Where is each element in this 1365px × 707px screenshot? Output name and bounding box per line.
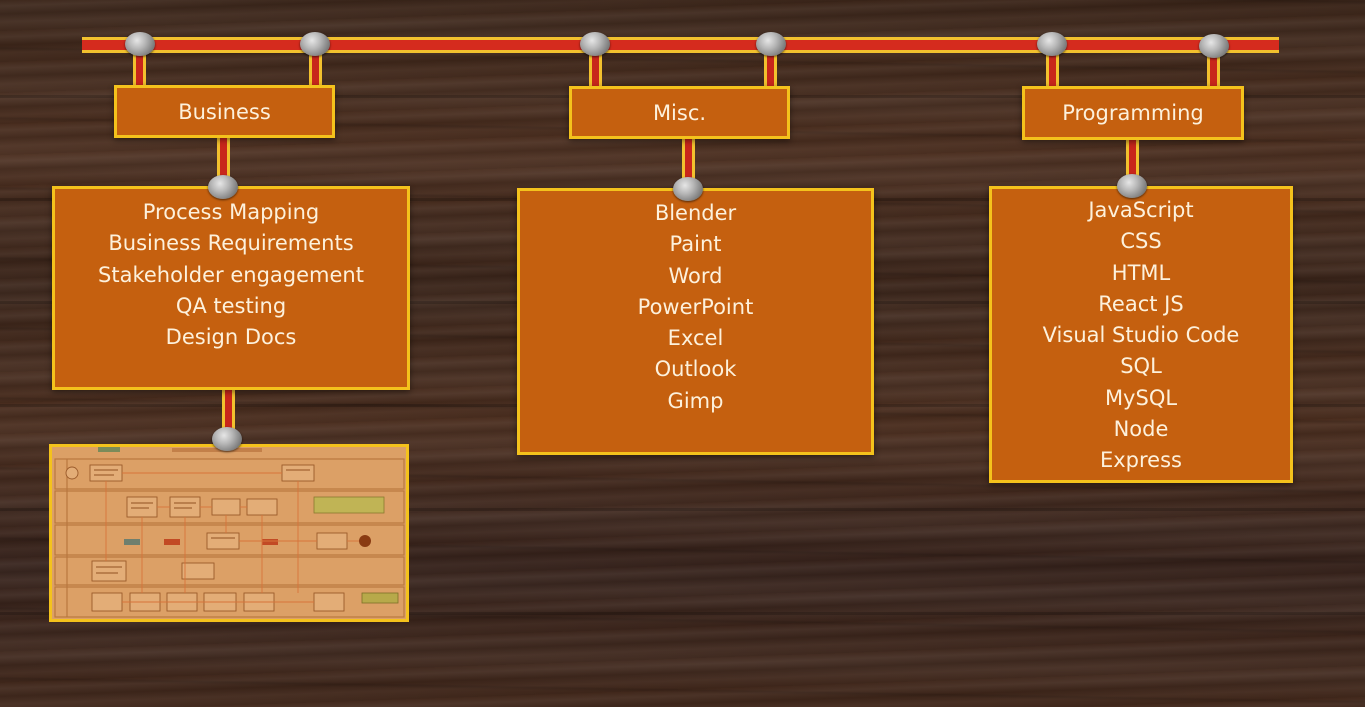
list-item: Business Requirements	[108, 231, 354, 256]
misc-skills-list: Blender Paint Word PowerPoint Excel Outl…	[517, 188, 874, 455]
bolt-icon	[756, 32, 786, 56]
category-misc: Misc.	[569, 86, 790, 139]
list-item: Visual Studio Code	[1042, 323, 1240, 348]
category-business-label: Business	[178, 99, 271, 124]
list-item: Node	[1113, 417, 1169, 442]
programming-skills-list: JavaScript CSS HTML React JS Visual Stud…	[989, 186, 1293, 483]
list-item: MySQL	[1104, 385, 1178, 410]
list-item: SQL	[1120, 354, 1162, 379]
category-business: Business	[114, 85, 335, 138]
list-item: Paint	[669, 232, 722, 257]
bolt-icon	[212, 427, 242, 451]
bolt-icon	[1117, 174, 1147, 198]
list-item: QA testing	[175, 293, 287, 318]
list-item: Process Mapping	[142, 200, 320, 224]
bolt-icon	[1037, 32, 1067, 56]
bolt-icon	[125, 32, 155, 56]
category-misc-label: Misc.	[652, 100, 707, 125]
category-programming-label: Programming	[1062, 101, 1204, 125]
list-item: Outlook	[654, 357, 737, 382]
list-item: Stakeholder engagement	[98, 262, 364, 287]
list-item: PowerPoint	[637, 294, 754, 319]
list-item: Express	[1099, 448, 1182, 473]
process-flowchart-image	[49, 444, 409, 622]
list-item: React JS	[1098, 291, 1184, 316]
list-item: JavaScript	[1088, 198, 1194, 222]
list-item: Design Docs	[165, 325, 297, 350]
business-skills-list: Process Mapping Business Requirements St…	[52, 186, 410, 390]
list-item: Excel	[667, 326, 724, 351]
list-item: HTML	[1111, 260, 1171, 285]
category-programming: Programming	[1022, 86, 1244, 140]
bolt-icon	[673, 177, 703, 201]
list-item: Gimp	[667, 388, 724, 413]
bolt-icon	[208, 175, 238, 199]
top-rail	[82, 37, 1279, 53]
list-item: CSS	[1120, 229, 1162, 254]
bolt-icon	[580, 32, 610, 56]
list-item: Word	[668, 263, 723, 288]
bolt-icon	[300, 32, 330, 56]
list-item: Blender	[654, 201, 737, 225]
bolt-icon	[1199, 34, 1229, 58]
